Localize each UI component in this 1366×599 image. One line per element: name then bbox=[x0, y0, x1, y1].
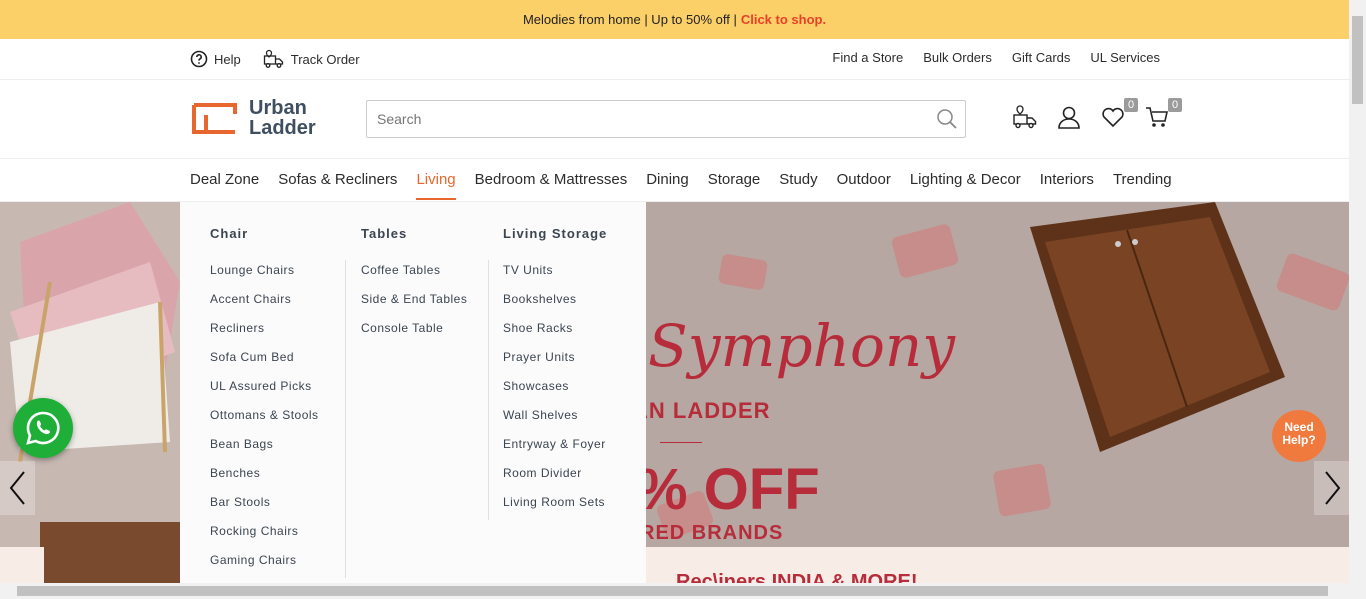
menu-item[interactable]: Living Room Sets bbox=[503, 495, 607, 524]
cart-icon[interactable]: 0 bbox=[1144, 98, 1182, 130]
menu-item[interactable]: Wall Shelves bbox=[503, 408, 607, 437]
menu-divider bbox=[488, 260, 489, 520]
menu-column-living-storage: Living Storage TV Units Bookshelves Shoe… bbox=[503, 226, 607, 524]
chevron-left-icon bbox=[9, 471, 25, 505]
logo-word-urban: Urban bbox=[249, 97, 307, 119]
menu-item[interactable]: Coffee Tables bbox=[361, 263, 467, 292]
menu-heading-living-storage[interactable]: Living Storage bbox=[503, 226, 607, 241]
announcement-text: Melodies from home | Up to 50% off | bbox=[522, 12, 737, 27]
nav-sofas-recliners[interactable]: Sofas & Recliners bbox=[278, 171, 397, 200]
account-icon[interactable] bbox=[1056, 104, 1082, 130]
ul-services-link[interactable]: UL Services bbox=[1090, 50, 1160, 65]
menu-item[interactable]: Console Table bbox=[361, 321, 467, 350]
horizontal-scrollbar-thumb[interactable] bbox=[17, 586, 1328, 596]
nav-interiors[interactable]: Interiors bbox=[1040, 171, 1094, 200]
menu-item[interactable]: Lounge Chairs bbox=[210, 263, 319, 292]
banner-script-title: Symphony bbox=[648, 312, 956, 380]
menu-item[interactable]: Bean Bags bbox=[210, 437, 319, 466]
nav-storage[interactable]: Storage bbox=[708, 171, 761, 200]
chair-pattern-1 bbox=[890, 222, 960, 280]
menu-item[interactable]: Entryway & Foyer bbox=[503, 437, 607, 466]
menu-column-tables: Tables Coffee Tables Side & End Tables C… bbox=[361, 226, 467, 350]
nav-living[interactable]: Living bbox=[416, 171, 456, 200]
menu-item[interactable]: Bar Stools bbox=[210, 495, 319, 524]
menu-item[interactable]: Recliners bbox=[210, 321, 319, 350]
search-icon[interactable] bbox=[935, 107, 959, 136]
announcement-cta-link[interactable]: Click to shop. bbox=[741, 12, 826, 27]
menu-item[interactable]: Prayer Units bbox=[503, 350, 607, 379]
banner-brand-text: AN LADDER bbox=[632, 398, 771, 423]
carousel-next-button[interactable] bbox=[1314, 461, 1349, 515]
cart-count-badge: 0 bbox=[1168, 98, 1182, 112]
gift-cards-link[interactable]: Gift Cards bbox=[1012, 50, 1071, 65]
menu-item[interactable]: UL Assured Picks bbox=[210, 379, 319, 408]
nav-outdoor[interactable]: Outdoor bbox=[837, 171, 891, 200]
search-box[interactable] bbox=[366, 100, 966, 138]
menu-item[interactable]: Bookshelves bbox=[503, 292, 607, 321]
menu-item[interactable]: TV Units bbox=[503, 263, 607, 292]
whatsapp-button[interactable] bbox=[13, 398, 73, 458]
carousel-prev-button[interactable] bbox=[0, 461, 35, 515]
wooden-cabinet-image bbox=[1030, 202, 1285, 452]
living-mega-menu: Chair Lounge Chairs Accent Chairs Reclin… bbox=[180, 202, 646, 583]
chair-pattern-2 bbox=[717, 253, 769, 291]
banner-subtext: RED BRANDS bbox=[640, 522, 784, 544]
wishlist-heart-icon[interactable]: 0 bbox=[1100, 98, 1138, 130]
track-order-link[interactable]: Track Order bbox=[263, 49, 360, 69]
store-locator-icon[interactable] bbox=[1012, 104, 1038, 130]
menu-column-chair: Chair Lounge Chairs Accent Chairs Reclin… bbox=[210, 226, 319, 582]
banner-divider bbox=[660, 442, 702, 443]
vertical-scrollbar[interactable] bbox=[1349, 0, 1366, 583]
track-order-label: Track Order bbox=[290, 51, 360, 67]
header-icons: 0 0 bbox=[1012, 98, 1182, 130]
nav-study[interactable]: Study bbox=[779, 171, 817, 200]
chair-pattern-3 bbox=[992, 462, 1052, 518]
announcement-bar[interactable]: Melodies from home | Up to 50% off | Cli… bbox=[0, 0, 1349, 39]
menu-heading-tables[interactable]: Tables bbox=[361, 226, 467, 241]
menu-item[interactable]: Side & End Tables bbox=[361, 292, 467, 321]
menu-item[interactable]: Shoe Racks bbox=[503, 321, 607, 350]
main-nav: Deal Zone Sofas & Recliners Living Bedro… bbox=[0, 159, 1349, 202]
menu-item[interactable]: Accent Chairs bbox=[210, 292, 319, 321]
help-link[interactable]: Help bbox=[190, 50, 241, 68]
urban-ladder-logo[interactable]: Urban Ladder bbox=[191, 98, 316, 138]
vertical-scrollbar-thumb[interactable] bbox=[1352, 16, 1363, 104]
need-help-line2: Help? bbox=[1282, 433, 1316, 447]
chevron-right-icon bbox=[1324, 471, 1340, 505]
wishlist-count-badge: 0 bbox=[1124, 98, 1138, 112]
banner-offer-text: % OFF bbox=[636, 457, 820, 522]
delivery-truck-icon bbox=[263, 49, 283, 68]
nav-lighting-decor[interactable]: Lighting & Decor bbox=[910, 171, 1021, 200]
menu-item[interactable]: Gaming Chairs bbox=[210, 553, 319, 582]
bulk-orders-link[interactable]: Bulk Orders bbox=[923, 50, 992, 65]
find-store-link[interactable]: Find a Store bbox=[832, 50, 903, 65]
secondary-banner-text: Rec\iners INDIA & MORE! bbox=[676, 571, 918, 583]
menu-heading-chair[interactable]: Chair bbox=[210, 226, 319, 241]
menu-item[interactable]: Sofa Cum Bed bbox=[210, 350, 319, 379]
menu-item[interactable]: Room Divider bbox=[503, 466, 607, 495]
help-label: Help bbox=[214, 51, 241, 67]
page: Melodies from home | Up to 50% off | Cli… bbox=[0, 0, 1366, 599]
menu-item[interactable]: Showcases bbox=[503, 379, 607, 408]
menu-divider bbox=[345, 260, 346, 578]
logo-word-ladder: Ladder bbox=[249, 117, 316, 139]
nav-deal-zone[interactable]: Deal Zone bbox=[190, 171, 259, 200]
whatsapp-icon bbox=[26, 411, 60, 445]
search-input[interactable] bbox=[367, 101, 927, 137]
header: Urban Ladder Search 0 0 bbox=[0, 80, 1349, 159]
menu-item[interactable]: Ottomans & Stools bbox=[210, 408, 319, 437]
nav-dining[interactable]: Dining bbox=[646, 171, 689, 200]
help-icon bbox=[190, 50, 208, 68]
menu-item[interactable]: Benches bbox=[210, 466, 319, 495]
logo-mark-icon bbox=[191, 100, 239, 136]
secondary-banner-image bbox=[44, 547, 180, 583]
menu-item[interactable]: Rocking Chairs bbox=[210, 524, 319, 553]
need-help-button[interactable]: Need Help? bbox=[1272, 410, 1326, 462]
utility-bar: Help Track Order Find a Store Bulk Order… bbox=[0, 39, 1349, 80]
nav-bedroom-mattresses[interactable]: Bedroom & Mattresses bbox=[475, 171, 628, 200]
horizontal-scrollbar[interactable] bbox=[0, 583, 1366, 599]
nav-trending[interactable]: Trending bbox=[1113, 171, 1172, 200]
